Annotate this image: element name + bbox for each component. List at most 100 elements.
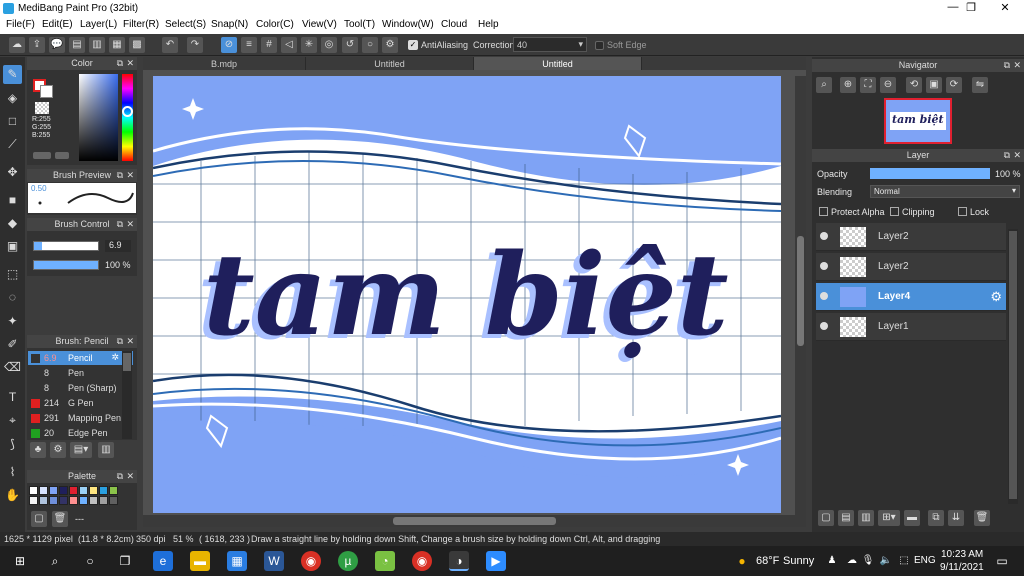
divide-tool-icon[interactable]: ⌖ [3,411,22,430]
brush-settings-icon[interactable]: ⚙ [50,442,66,458]
transparent-swatch[interactable] [35,102,49,114]
palette-swatch[interactable] [89,496,98,505]
note-icon[interactable]: ▤ [69,37,85,53]
menu-layer[interactable]: Layer(L) [80,19,117,30]
bucket-tool-icon[interactable]: ◆ [3,214,22,233]
canvas-vertical-scrollbar[interactable] [795,76,806,516]
settings-snap-icon[interactable]: ⚙ [382,37,398,53]
fill-rect-icon[interactable]: ■ [3,191,22,210]
lock-checkbox[interactable] [958,207,967,216]
cross-snap-icon[interactable]: # [261,37,277,53]
protect-alpha-checkbox[interactable] [819,207,828,216]
brush-item-pen-sharp[interactable]: 8 Pen (Sharp) [28,381,133,395]
eraser-tool-icon[interactable]: ◈ [3,89,22,108]
color-sv-picker[interactable] [79,74,118,161]
palette-swatch[interactable] [79,496,88,505]
close-icon[interactable]: ✕ [126,57,134,70]
visibility-icon[interactable] [820,262,828,270]
store-icon[interactable]: ▦ [227,551,247,571]
new-layer-icon[interactable]: ▢ [818,510,834,526]
hue-marker[interactable] [122,106,133,117]
menu-window[interactable]: Window(W) [382,19,434,30]
duplicate-layer-icon[interactable]: ⧉ [928,510,944,526]
task-view-icon[interactable]: ❐ [115,551,135,571]
palette-swatch[interactable] [39,496,48,505]
delete-palette-icon[interactable]: 🗑 [52,511,68,527]
cloud-icon[interactable]: ☁ [9,37,25,53]
volume-icon[interactable]: 🔈 [876,551,896,571]
line-tool-icon[interactable]: ⟋ [3,135,22,154]
secondary-color-swatch[interactable] [40,85,53,98]
clock-date[interactable]: 9/11/2021 [940,562,984,573]
correction-select[interactable]: 40 ▾ [513,37,587,52]
palette-swatch[interactable] [49,496,58,505]
menu-select[interactable]: Select(S) [165,19,206,30]
popout-icon[interactable]: ⧉ [117,218,123,231]
popout-icon[interactable]: ⧉ [1004,149,1010,162]
layer-opacity-slider[interactable] [870,168,990,179]
visibility-icon[interactable] [820,292,828,300]
menu-view[interactable]: View(V) [302,19,337,30]
language-indicator[interactable]: ENG [914,555,936,566]
brush-menu-icon[interactable]: ▤▾ [70,442,92,458]
gear-icon[interactable]: ⚙ [990,289,1002,305]
hue-slider[interactable] [122,74,133,161]
palette-swatch[interactable] [59,496,68,505]
brush-item-mapping-pen[interactable]: 291 Mapping Pen [28,411,133,425]
palette-swatch[interactable] [89,486,98,495]
new-halftone-layer-icon[interactable]: ▤ [838,510,854,526]
brush-list-icon[interactable]: ▥ [98,442,114,458]
maximize-button[interactable]: ❐ [956,1,986,14]
zoom-in-icon[interactable]: ⊕ [840,77,856,93]
text-tool-icon[interactable]: T [3,388,22,407]
circle-snap-icon[interactable]: ◎ [321,37,337,53]
blur-tool-icon[interactable]: ⌇ [3,463,22,482]
chrome-alt-icon[interactable]: ◉ [412,551,432,571]
app-icon-green[interactable]: ◔ [375,551,395,571]
palette-swatch[interactable] [29,496,38,505]
close-icon[interactable]: ✕ [126,470,134,483]
menu-tool[interactable]: Tool(T) [344,19,375,30]
eyedropper-tool-icon[interactable]: ⟆ [3,435,22,454]
menu-filter[interactable]: Filter(R) [123,19,159,30]
menu-edit[interactable]: Edit(E) [42,19,73,30]
canvas-horizontal-scrollbar[interactable] [143,515,806,527]
windows-start-icon[interactable]: ⊞ [10,551,30,571]
medibang-taskbar-icon[interactable]: ◑ [449,551,469,571]
curve-snap-icon[interactable]: ↺ [342,37,358,53]
reset-view-icon[interactable]: ▣ [926,77,942,93]
palette-swatch[interactable] [49,486,58,495]
close-icon[interactable]: ✕ [1013,59,1021,72]
brush-item-g-pen[interactable]: 214 G Pen [28,396,133,410]
microphone-icon[interactable]: 🎙 [858,551,878,571]
gradient-tool-icon[interactable]: ▣ [3,237,22,256]
palette-swatch[interactable] [29,486,38,495]
flip-view-icon[interactable]: ⇋ [972,77,988,93]
select-pen-icon[interactable]: ✐ [3,335,22,354]
close-button[interactable]: ✕ [990,1,1020,14]
close-icon[interactable]: ✕ [126,169,134,182]
palette-swatch[interactable] [99,486,108,495]
redo-icon[interactable]: ↷ [187,37,203,53]
layer-row[interactable]: Layer2 [816,223,1006,251]
search-icon[interactable]: ⌕ [45,551,65,571]
zoom-out-icon[interactable]: ⊖ [880,77,896,93]
menu-help[interactable]: Help [478,19,499,30]
brush-item-edge-pen[interactable]: 20 Edge Pen [28,426,133,440]
popout-icon[interactable]: ⧉ [117,470,123,483]
select-rect-icon[interactable]: ⬚ [3,265,22,284]
notification-icon[interactable]: ▭ [992,551,1012,571]
palette-swatch[interactable] [99,496,108,505]
menu-file[interactable]: File(F) [6,19,35,30]
layout-icon[interactable]: ▩ [129,37,145,53]
navigator-thumbnail[interactable]: tam biệt [884,98,952,144]
add-layer-menu-icon[interactable]: ⊞▾ [878,510,900,526]
brush-item-pen[interactable]: 8 Pen [28,366,133,380]
delete-layer-icon[interactable]: 🗑 [974,510,990,526]
popout-icon[interactable]: ⧉ [117,169,123,182]
lasso-tool-icon[interactable]: ◌ [3,288,22,307]
utorrent-icon[interactable]: µ [338,551,358,571]
folder-icon[interactable]: ▬ [904,510,920,526]
clipping-checkbox[interactable] [890,207,899,216]
word-icon[interactable]: W [264,551,284,571]
